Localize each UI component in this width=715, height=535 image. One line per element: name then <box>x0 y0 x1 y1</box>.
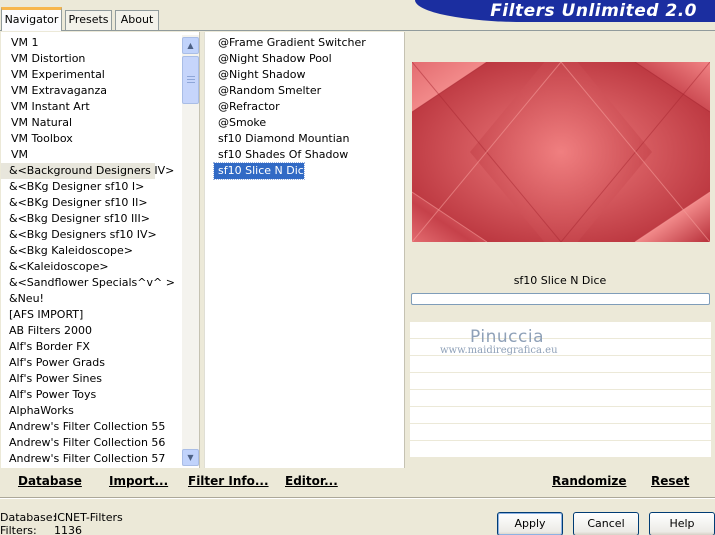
filter-list[interactable]: @Frame Gradient Switcher @Night Shadow Po… <box>213 35 404 180</box>
category-list[interactable]: VM 1 VM Distortion VM Experimental VM Extra… <box>1 35 181 467</box>
parameter-slot <box>410 373 711 390</box>
tab-baseline <box>0 30 715 31</box>
parameter-slot <box>410 322 711 339</box>
filter-item[interactable]: sf10 Diamond Mountian <box>214 131 404 147</box>
scroll-down-button[interactable]: ▼ <box>182 449 199 466</box>
bottom-divider <box>0 497 715 499</box>
category-item[interactable]: &<BKg Designer sf10 I> <box>1 179 181 195</box>
app-banner: Filters Unlimited 2.0 <box>415 0 715 22</box>
category-item[interactable]: Andrew's Filter Collection 56 <box>1 435 181 451</box>
filter-item[interactable]: @Frame Gradient Switcher <box>214 35 404 51</box>
randomize-button[interactable]: Randomize <box>552 474 626 488</box>
filter-item[interactable]: sf10 Slice N Dice <box>213 162 311 180</box>
parameter-slot <box>410 441 711 458</box>
parameter-slot <box>410 407 711 424</box>
parameter-slot <box>410 356 711 373</box>
category-item[interactable]: &<Bkg Kaleidoscope> <box>1 243 181 259</box>
parameter-slots <box>410 322 711 458</box>
category-item[interactable]: VM <box>1 147 181 163</box>
category-item[interactable]: VM Natural <box>1 115 181 131</box>
category-item[interactable]: &<Kaleidoscope> <box>1 259 181 275</box>
status-filters: Filters: 1136 <box>0 524 82 535</box>
tab-navigator[interactable]: Navigator <box>1 7 62 31</box>
category-item[interactable]: VM Extravaganza <box>1 83 181 99</box>
status-database: Database:ICNET-Filters <box>0 511 123 524</box>
progress-bar <box>411 293 710 305</box>
category-item[interactable]: VM 1 <box>1 35 181 51</box>
category-item[interactable]: AlphaWorks <box>1 403 181 419</box>
category-item[interactable]: AB Filters 2000 <box>1 323 181 339</box>
import-button[interactable]: Import... <box>109 474 168 488</box>
category-item[interactable]: Andrew's Filter Collection 57 <box>1 451 181 467</box>
filter-list-panel: @Frame Gradient Switcher @Night Shadow Po… <box>204 32 405 468</box>
category-item[interactable]: &<BKg Designer sf10 II> <box>1 195 181 211</box>
filter-item[interactable]: sf10 Shades Of Shadow <box>214 147 404 163</box>
category-item[interactable]: VM Distortion <box>1 51 181 67</box>
scroll-thumb[interactable] <box>182 56 199 104</box>
category-item[interactable]: VM Instant Art <box>1 99 181 115</box>
parameter-slot <box>410 390 711 407</box>
apply-button[interactable]: Apply <box>497 512 563 535</box>
category-item[interactable]: &<Bkg Designers sf10 IV> <box>1 227 181 243</box>
category-item[interactable]: &Neu! <box>1 291 181 307</box>
category-item[interactable]: VM Experimental <box>1 67 181 83</box>
editor-button[interactable]: Editor... <box>285 474 338 488</box>
filter-preview-image <box>412 62 710 242</box>
category-item[interactable]: Alf's Power Toys <box>1 387 181 403</box>
category-item[interactable]: Alf's Power Sines <box>1 371 181 387</box>
cancel-button[interactable]: Cancel <box>573 512 639 535</box>
category-item[interactable]: VM Toolbox <box>1 131 181 147</box>
parameter-slot <box>410 339 711 356</box>
selected-filter-name: sf10 Slice N Dice <box>513 274 607 287</box>
tab-strip: Navigator Presets About <box>0 0 430 31</box>
scroll-up-button[interactable]: ▲ <box>182 37 199 54</box>
tab-presets[interactable]: Presets <box>65 10 112 30</box>
category-scrollbar[interactable]: ▲ ▼ <box>182 35 199 466</box>
category-list-panel: VM 1 VM Distortion VM Experimental VM Extra… <box>1 32 200 468</box>
category-item[interactable]: Andrew's Filter Collection 55 <box>1 419 181 435</box>
database-button[interactable]: Database <box>18 474 82 488</box>
category-item[interactable]: Alf's Power Grads <box>1 355 181 371</box>
filter-item[interactable]: @Random Smelter <box>214 83 404 99</box>
category-item[interactable]: &<Background Designers IV> <box>1 163 174 179</box>
app-title: Filters Unlimited 2.0 <box>490 1 697 21</box>
tab-about[interactable]: About <box>115 10 159 30</box>
filter-item[interactable]: @Night Shadow <box>214 67 404 83</box>
category-item[interactable]: &<Sandflower Specials^v^ > <box>1 275 181 291</box>
status-area: Database:ICNET-Filters Filters: 1136 <box>0 511 140 535</box>
category-item[interactable]: Alf's Border FX <box>1 339 181 355</box>
reset-button[interactable]: Reset <box>651 474 689 488</box>
help-button[interactable]: Help <box>649 512 715 535</box>
filter-item[interactable]: @Smoke <box>214 115 404 131</box>
category-item[interactable]: [AFS IMPORT] <box>1 307 181 323</box>
filter-info-button[interactable]: Filter Info... <box>188 474 269 488</box>
filter-item[interactable]: @Refractor <box>214 99 404 115</box>
parameter-slot <box>410 424 711 441</box>
filter-item[interactable]: @Night Shadow Pool <box>214 51 404 67</box>
category-item[interactable]: &<Bkg Designer sf10 III> <box>1 211 181 227</box>
